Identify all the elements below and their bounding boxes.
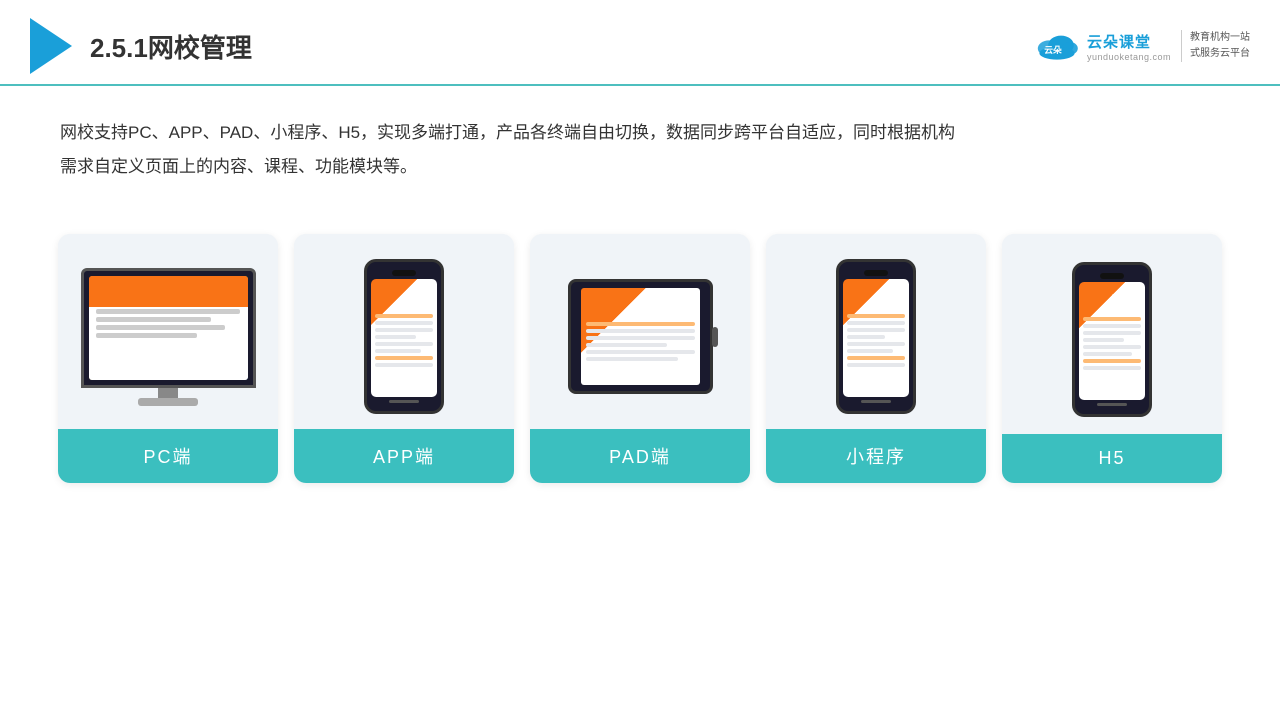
pc-screen-rows	[96, 309, 239, 338]
h5-phone-rows	[1083, 317, 1141, 370]
card-pad: PAD端	[530, 234, 750, 483]
phone-screen-content	[371, 279, 437, 397]
phone-rows	[375, 314, 433, 367]
h5-phone-screen	[1079, 282, 1145, 400]
pc-screen-outer	[81, 268, 256, 388]
card-app-label: APP端	[294, 429, 514, 483]
header-right: 云朵 云朵课堂 yunduoketang.com 教育机构一站 式服务云平台	[1033, 26, 1250, 67]
card-pad-image	[530, 234, 750, 429]
miniprogram-phone-rows	[847, 314, 905, 367]
h5-phone-home-bar	[1097, 403, 1127, 406]
page-header: 2.5.1网校管理 云朵 云朵课堂 yunduoketang.com 教育机构一…	[0, 0, 1280, 86]
header-left: 2.5.1网校管理	[30, 18, 252, 74]
description-block: 网校支持PC、APP、PAD、小程序、H5，实现多端打通，产品各终端自由切换，数…	[0, 86, 1280, 194]
pad-home-button	[712, 327, 718, 347]
description-line2: 需求自定义页面上的内容、课程、功能模块等。	[60, 150, 1220, 184]
svg-text:云朵: 云朵	[1044, 45, 1062, 55]
h5-screen-content	[1079, 282, 1145, 400]
card-h5: H5	[1002, 234, 1222, 483]
pc-screen-inner	[89, 276, 248, 380]
phone-notch	[392, 270, 416, 276]
pc-stand	[138, 398, 198, 406]
brand-tagline: 教育机构一站 式服务云平台	[1181, 30, 1250, 62]
card-app: APP端	[294, 234, 514, 483]
card-pad-label: PAD端	[530, 429, 750, 483]
card-miniprogram: 小程序	[766, 234, 986, 483]
miniprogram-phone-home-bar	[861, 400, 891, 403]
card-pc-label: PC端	[58, 429, 278, 483]
logo-triangle-icon	[30, 18, 72, 74]
pad-rows	[586, 322, 695, 361]
card-pc-image	[58, 234, 278, 429]
phone-screen	[371, 279, 437, 397]
card-h5-label: H5	[1002, 434, 1222, 483]
page-title: 2.5.1网校管理	[90, 28, 252, 65]
pc-mockup	[73, 268, 263, 406]
h5-phone-mockup	[1072, 262, 1152, 417]
brand-logo: 云朵 云朵课堂 yunduoketang.com 教育机构一站 式服务云平台	[1033, 26, 1250, 67]
miniprogram-screen-content	[843, 279, 909, 397]
miniprogram-phone-notch	[864, 270, 888, 276]
brand-name: 云朵课堂	[1087, 31, 1151, 52]
brand-url: yunduoketang.com	[1087, 52, 1171, 62]
phone-home-bar	[389, 400, 419, 403]
card-miniprogram-image	[766, 234, 986, 429]
cloud-icon: 云朵	[1033, 26, 1081, 67]
description-line1: 网校支持PC、APP、PAD、小程序、H5，实现多端打通，产品各终端自由切换，数…	[60, 116, 1220, 150]
device-cards-container: PC端	[0, 204, 1280, 513]
brand-text: 云朵课堂 yunduoketang.com	[1087, 31, 1171, 62]
pad-mockup	[568, 279, 713, 394]
pad-screen	[581, 288, 700, 385]
card-miniprogram-label: 小程序	[766, 429, 986, 483]
card-app-image	[294, 234, 514, 429]
pc-neck	[158, 388, 178, 398]
miniprogram-phone-mockup	[836, 259, 916, 414]
card-h5-image	[1002, 234, 1222, 434]
app-phone-mockup	[364, 259, 444, 414]
h5-phone-notch	[1100, 273, 1124, 279]
card-pc: PC端	[58, 234, 278, 483]
miniprogram-phone-screen	[843, 279, 909, 397]
